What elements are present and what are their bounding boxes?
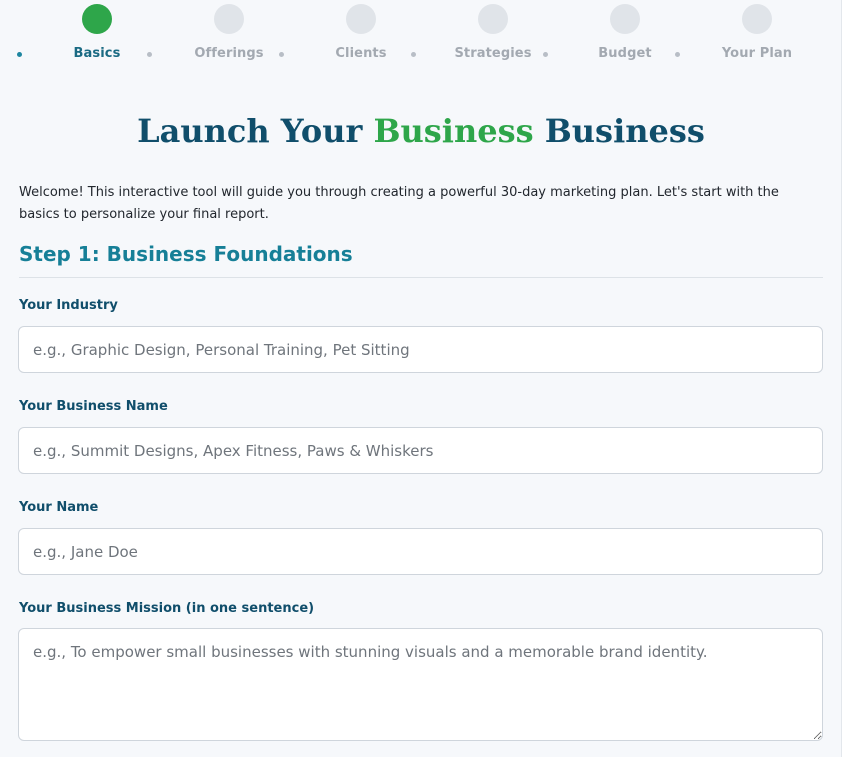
page-title: Launch Your Business Business <box>0 112 842 150</box>
intro-text: Welcome! This interactive tool will guid… <box>19 185 779 222</box>
step-budget[interactable]: Budget <box>555 4 695 61</box>
business-name-input[interactable] <box>18 427 823 474</box>
mission-textarea[interactable] <box>18 628 823 741</box>
industry-label: Your Industry <box>19 298 118 313</box>
section-divider <box>19 277 823 278</box>
step-basics-indicator <box>82 4 112 34</box>
industry-input[interactable] <box>18 326 823 373</box>
page-title-suffix: Business <box>533 112 705 150</box>
step-clients-indicator <box>346 4 376 34</box>
progress-stepper: Basics Offerings Clients Strategies Budg… <box>0 0 842 80</box>
your-name-input[interactable] <box>18 528 823 575</box>
stepper-dot <box>675 52 680 57</box>
step-clients[interactable]: Clients <box>291 4 431 61</box>
step-offerings-label: Offerings <box>194 46 264 61</box>
step-budget-label: Budget <box>598 46 652 61</box>
step-basics-label: Basics <box>73 46 121 61</box>
step-clients-label: Clients <box>335 46 387 61</box>
page-title-accent: Business <box>373 112 534 150</box>
stepper-dot <box>147 52 152 57</box>
stepper-dot <box>279 52 284 57</box>
step-strategies-indicator <box>478 4 508 34</box>
step-basics[interactable]: Basics <box>27 4 167 61</box>
step-budget-indicator <box>610 4 640 34</box>
stepper-dot <box>411 52 416 57</box>
stepper-dot <box>543 52 548 57</box>
business-name-label: Your Business Name <box>19 399 168 414</box>
step-offerings-indicator <box>214 4 244 34</box>
section-title: Step 1: Business Foundations <box>19 242 353 266</box>
step-your-plan-label: Your Plan <box>721 46 793 61</box>
step-your-plan-indicator <box>742 4 772 34</box>
mission-label: Your Business Mission (in one sentence) <box>19 601 315 616</box>
stepper-dot-active <box>17 52 22 57</box>
step-strategies[interactable]: Strategies <box>423 4 563 61</box>
step-your-plan[interactable]: Your Plan <box>687 4 827 61</box>
step-strategies-label: Strategies <box>454 46 532 61</box>
step-offerings[interactable]: Offerings <box>159 4 299 61</box>
your-name-label: Your Name <box>19 500 99 515</box>
page-title-prefix: Launch Your <box>137 112 374 150</box>
